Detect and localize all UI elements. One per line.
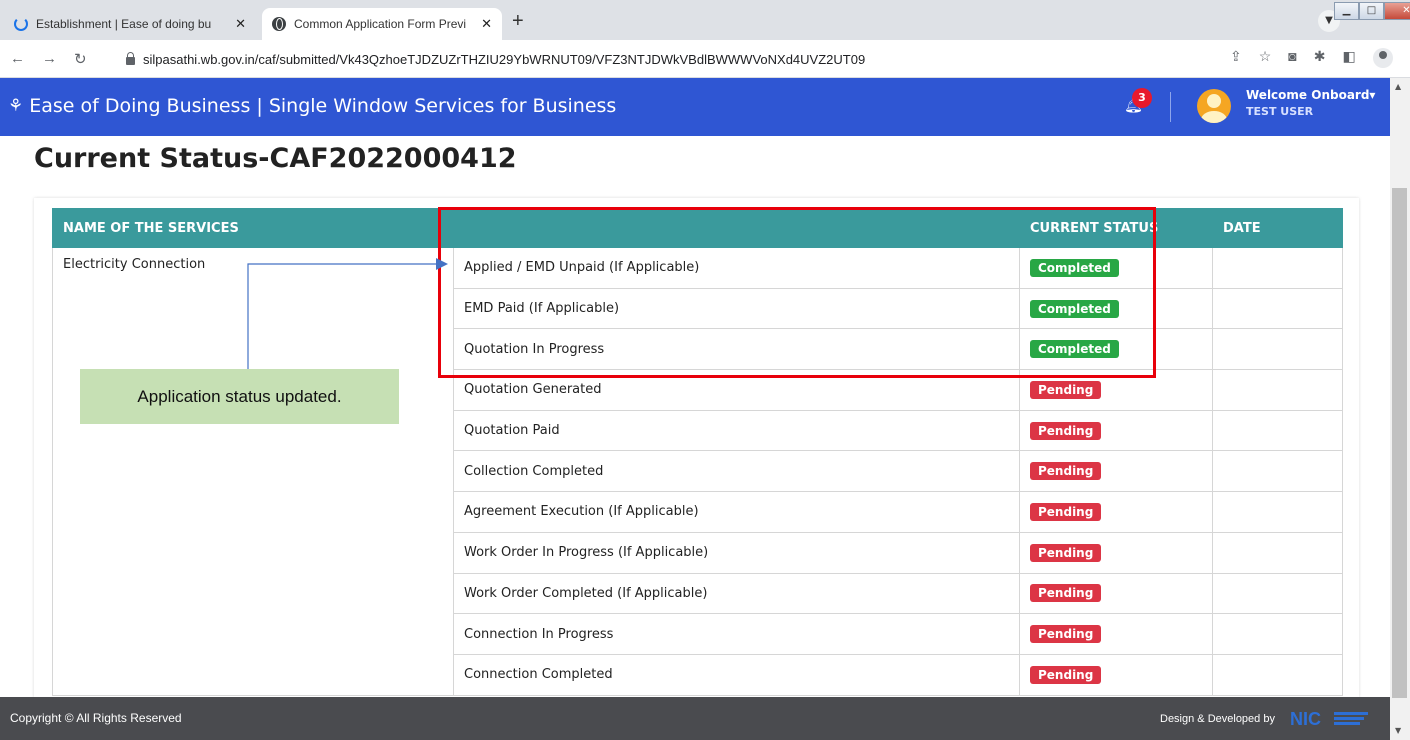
date-cell [1212,613,1343,655]
tab-common-application-form[interactable]: Common Application Form Previ ✕ [262,8,502,40]
camera-icon[interactable]: ◙ [1288,48,1296,68]
status-cell: Pending [1019,531,1213,574]
date-cell [1212,328,1343,371]
url-text: silpasathi.wb.gov.in/caf/submitted/Vk43Q… [143,51,866,67]
status-cell: Pending [1019,572,1213,615]
back-arrow-icon[interactable]: ← [10,50,25,67]
side-panel-icon[interactable]: ◧ [1343,48,1356,68]
reload-icon[interactable]: ↻ [74,50,87,68]
new-tab-button[interactable]: + [512,10,524,33]
close-window-button[interactable]: ✕ [1384,2,1410,20]
status-badge: Pending [1030,584,1102,603]
tab-establishment[interactable]: Establishment | Ease of doing bu ✕ [4,8,256,40]
copyright-text: Copyright © All Rights Reserved [10,711,182,725]
user-name: TEST USER [1246,105,1314,118]
step-cell: Quotation Paid [453,409,1020,452]
status-badge: Pending [1030,421,1102,440]
step-cell: Agreement Execution (If Applicable) [453,491,1020,533]
url-field[interactable]: silpasathi.wb.gov.in/caf/submitted/Vk43Q… [126,47,1226,71]
globe-icon [272,17,286,31]
scroll-down-icon[interactable]: ▼ [1395,726,1401,735]
developed-by-text: Design & Developed by [1160,713,1275,725]
status-badge: Pending [1030,462,1102,481]
scroll-thumb[interactable] [1392,188,1407,698]
page-scrollbar[interactable]: ▲ ▼ [1390,78,1410,740]
tab-close-icon[interactable]: ✕ [481,16,492,32]
header-date: DATE [1212,208,1343,248]
brand-logo-icon: ⚘ [8,96,24,116]
date-cell [1212,572,1343,615]
date-cell [1212,369,1343,411]
status-badge: Pending [1030,502,1102,521]
header-divider [1170,92,1171,122]
highlight-box [438,207,1156,378]
extensions-puzzle-icon[interactable]: ✱ [1314,48,1326,68]
notification-badge: 3 [1132,88,1152,108]
browser-tab-bar: Establishment | Ease of doing bu ✕ Commo… [0,0,1410,40]
date-cell [1212,653,1343,696]
date-cell [1212,531,1343,574]
profile-icon[interactable] [1372,48,1393,68]
date-cell [1212,287,1343,330]
status-cell: Pending [1019,491,1213,533]
forward-arrow-icon[interactable]: → [42,50,57,67]
browser-toolbar: ⇪ ☆ ◙ ✱ ◧ ⋮ [1230,48,1410,68]
header-service-name: NAME OF THE SERVICES [52,208,454,248]
step-cell: Work Order In Progress (If Applicable) [453,531,1020,574]
bookmark-star-icon[interactable]: ☆ [1259,48,1272,68]
tab-title: Establishment | Ease of doing bu [36,17,212,31]
app-header: ⚘ Ease of Doing Business | Single Window… [0,78,1390,136]
tab-close-icon[interactable]: ✕ [235,16,246,32]
step-cell: Connection In Progress [453,613,1020,655]
status-cell: Pending [1019,613,1213,655]
loading-icon [14,17,28,31]
date-cell [1212,450,1343,493]
status-cell: Pending [1019,450,1213,493]
status-badge: Pending [1030,665,1102,684]
window-controls: ▁ □ ✕ [1334,2,1410,20]
callout-arrow [247,258,448,369]
nic-logo: NIC [1290,709,1368,728]
status-badge: Pending [1030,625,1102,644]
brand-title: Ease of Doing Business | Single Window S… [29,95,617,117]
step-cell: Work Order Completed (If Applicable) [453,572,1020,615]
status-badge: Pending [1030,380,1102,399]
user-menu-toggle[interactable]: Welcome Onboard▾ [1246,88,1375,102]
page-title: Current Status-CAF2022000412 [34,143,517,174]
date-cell [1212,247,1343,289]
maximize-button[interactable]: □ [1359,2,1384,20]
status-badge: Pending [1030,543,1102,562]
brand[interactable]: ⚘ Ease of Doing Business | Single Window… [8,95,616,117]
tab-title: Common Application Form Previ [294,17,467,31]
status-cell: Pending [1019,409,1213,452]
lock-icon [126,52,135,65]
step-cell: Connection Completed [453,653,1020,696]
callout-note: Application status updated. [80,369,399,424]
caret-down-icon: ▾ [1369,88,1376,102]
share-icon[interactable]: ⇪ [1230,48,1242,68]
minimize-button[interactable]: ▁ [1334,2,1359,20]
svg-text:NIC: NIC [1290,709,1321,728]
status-cell: Pending [1019,653,1213,696]
avatar[interactable] [1197,89,1231,123]
footer: Copyright © All Rights Reserved Design &… [0,697,1390,740]
date-cell [1212,409,1343,452]
scroll-up-icon[interactable]: ▲ [1395,82,1401,91]
address-bar: ← → ↻ silpasathi.wb.gov.in/caf/submitted… [0,40,1410,78]
date-cell [1212,491,1343,533]
step-cell: Collection Completed [453,450,1020,493]
